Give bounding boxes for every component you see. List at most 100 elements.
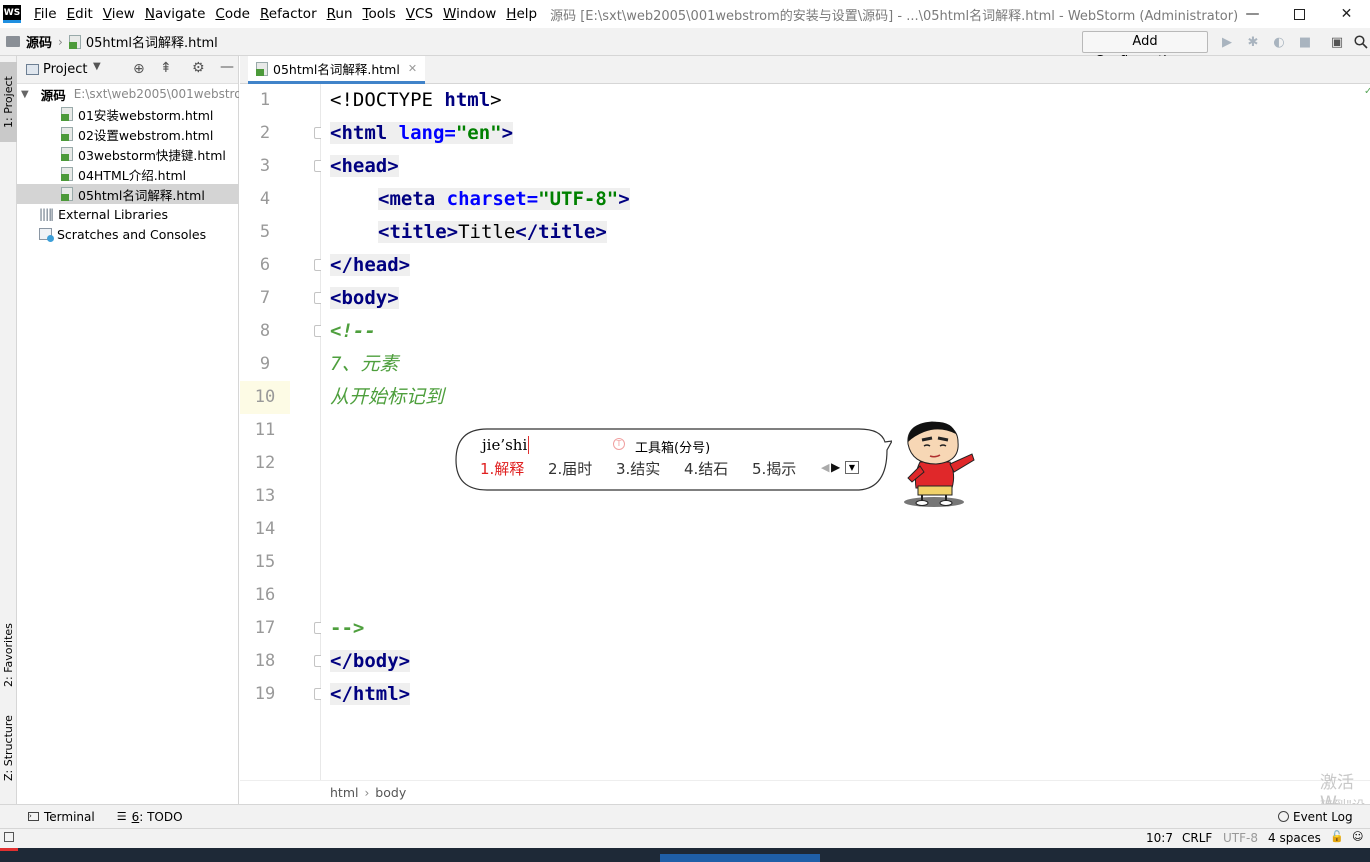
html-file-icon (61, 107, 73, 121)
ime-candidate-5[interactable]: 5.揭示 (752, 458, 796, 479)
ime-candidate-3[interactable]: 3.结实 (616, 458, 660, 479)
gear-icon[interactable]: ⚙ (192, 60, 205, 76)
line-number: 1 (259, 90, 271, 110)
menu-refactor[interactable]: Refactor (255, 0, 322, 28)
code-line: <!-- (330, 320, 376, 342)
chevron-right-icon: › (58, 34, 63, 49)
tree-file-label: 01安装webstorm.html (78, 107, 214, 123)
inspector-icon[interactable]: ☺ (1352, 830, 1363, 843)
breadcrumb-item-body[interactable]: body (375, 785, 406, 800)
project-structure-icon[interactable]: ▣ (1329, 34, 1345, 50)
tree-scratches[interactable]: Scratches and Consoles (17, 224, 239, 244)
tool-tab-structure[interactable]: Z: Structure (0, 708, 17, 788)
nav-crumb-label: 05html名词解释.html (85, 36, 218, 51)
code-line: </head> (330, 254, 411, 276)
event-log-icon (1278, 811, 1289, 822)
toggle-tool-windows-icon[interactable] (4, 832, 14, 842)
line-number: 6 (259, 255, 271, 275)
window-controls: — ✕ (1229, 0, 1370, 28)
line-number: 7 (259, 288, 271, 308)
close-window-button[interactable]: ✕ (1323, 0, 1370, 28)
close-icon: ✕ (1340, 6, 1353, 22)
minimize-button[interactable]: — (1229, 0, 1276, 28)
nav-crumb-project[interactable]: 源码 (6, 32, 52, 51)
project-panel-title[interactable]: Project (43, 62, 87, 77)
menu-code[interactable]: Code (210, 0, 255, 28)
ime-candidate-1[interactable]: 1.解释 (480, 458, 524, 479)
tree-item-label: External Libraries (58, 206, 168, 222)
html-file-icon (68, 34, 81, 49)
close-tab-icon[interactable]: ✕ (408, 62, 417, 75)
todo-tab[interactable]: ☰ 6: TODO (117, 810, 183, 824)
editor-tab-bar: 05html名词解释.html ✕ (240, 56, 1370, 84)
tree-file-item[interactable]: 02设置webstrom.html (17, 124, 239, 144)
code-line: <meta charset="UTF-8"> (378, 188, 630, 210)
tree-file-item[interactable]: 03webstorm快捷键.html (17, 144, 239, 164)
menu-file[interactable]: File (29, 0, 62, 28)
tool-tab-favorites[interactable]: 2: Favorites (0, 612, 17, 698)
tree-file-item[interactable]: 04HTML介绍.html (17, 164, 239, 184)
todo-tab-mnemonic: 6 (131, 809, 140, 824)
html-file-icon (256, 61, 268, 76)
breadcrumb-item-html[interactable]: html (330, 785, 358, 800)
menu-tools[interactable]: Tools (358, 0, 401, 28)
tree-file-label: 05html名词解释.html (78, 187, 205, 203)
ime-candidate-4[interactable]: 4.结石 (684, 458, 728, 479)
taskbar-app-button[interactable] (660, 854, 820, 862)
menu-navigate[interactable]: Navigate (140, 0, 211, 28)
add-configuration-button[interactable]: Add Configuration... (1082, 31, 1208, 69)
tree-root-path: E:\sxt\web2005\001webstrom (73, 87, 239, 101)
maximize-button[interactable] (1276, 0, 1323, 28)
no-problems-check-icon: ✓ (1364, 86, 1370, 97)
terminal-tab[interactable]: › Terminal (28, 810, 95, 824)
line-separator[interactable]: CRLF (1182, 831, 1212, 845)
line-number: 15 (254, 552, 276, 572)
title-bar: WS File Edit View Navigate Code Refactor… (0, 0, 1370, 28)
code-line: <title>Title</title> (378, 221, 607, 243)
code-line: 7、元素 (330, 353, 399, 375)
tree-file-label: 02设置webstrom.html (78, 127, 214, 143)
search-everywhere-icon[interactable] (1353, 34, 1369, 50)
menu-window[interactable]: Window (438, 0, 501, 28)
line-number: 5 (259, 222, 271, 242)
code-line: </body> (330, 650, 411, 672)
tool-tab-project[interactable]: 1: Project (0, 62, 17, 142)
tree-file-item-selected[interactable]: 05html名词解释.html (17, 184, 239, 204)
caret-position[interactable]: 10:7 (1146, 831, 1173, 845)
menu-vcs[interactable]: VCS (401, 0, 438, 28)
bottom-tool-bar: › Terminal ☰ 6: TODO Event Log (0, 804, 1370, 828)
ime-candidate-2[interactable]: 2.届时 (548, 458, 592, 479)
os-taskbar (0, 848, 1370, 862)
nav-crumb-file[interactable]: 05html名词解释.html (68, 32, 218, 51)
tree-file-item[interactable]: 01安装webstorm.html (17, 104, 239, 124)
hide-panel-icon[interactable]: — (220, 59, 234, 75)
menu-view[interactable]: View (98, 0, 140, 28)
line-number: 2 (259, 123, 271, 143)
debug-icon[interactable]: ✱ (1245, 34, 1261, 50)
tool-tab-label: 2: Favorites (2, 623, 15, 687)
chevron-down-icon[interactable]: ▼ (93, 61, 101, 72)
page-prev-icon[interactable]: ◀ (821, 461, 829, 474)
expand-candidates-icon[interactable]: ▼ (845, 461, 859, 474)
tree-external-libraries[interactable]: |||‖ External Libraries (17, 204, 239, 224)
editor-breadcrumb: html › body (240, 780, 1370, 804)
ime-toolbox-label[interactable]: 工具箱(分号) (635, 437, 710, 456)
tree-root-folder[interactable]: ▼ 源码 E:\sxt\web2005\001webstrom (17, 84, 239, 104)
run-icon[interactable]: ▶ (1219, 34, 1235, 50)
collapse-all-icon[interactable]: ⇞ (160, 60, 172, 76)
line-number: 16 (254, 585, 276, 605)
locate-icon[interactable]: ⊕ (133, 61, 145, 77)
coverage-icon[interactable]: ◐ (1271, 34, 1287, 50)
event-log-tab[interactable]: Event Log (1278, 810, 1353, 824)
indent-setting[interactable]: 4 spaces (1268, 831, 1321, 845)
left-tool-strip: 1: Project 2: Favorites Z: Structure (0, 56, 17, 804)
stop-icon[interactable]: ■ (1297, 34, 1313, 50)
menu-edit[interactable]: Edit (62, 0, 98, 28)
menu-run[interactable]: Run (322, 0, 358, 28)
page-next-icon[interactable]: ▶ (831, 460, 840, 474)
editor-tab-active[interactable]: 05html名词解释.html ✕ (248, 56, 426, 84)
menu-help[interactable]: Help (501, 0, 542, 28)
line-number: 18 (254, 651, 276, 671)
lock-icon[interactable]: 🔓 (1330, 830, 1344, 843)
file-encoding[interactable]: UTF-8 (1223, 831, 1258, 845)
